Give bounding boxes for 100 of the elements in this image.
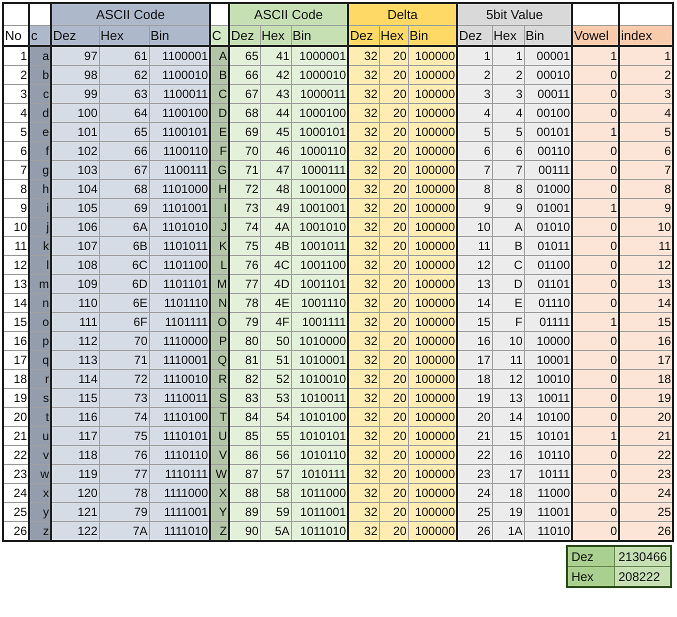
table-cell: 100 bbox=[77, 106, 98, 120]
table-cell: 17 bbox=[477, 353, 490, 367]
table-cell: 71 bbox=[134, 353, 148, 367]
table-cell: 10101 bbox=[536, 429, 570, 443]
table-cell: C bbox=[218, 87, 227, 101]
table-cell: 1101101 bbox=[163, 277, 208, 291]
table-cell: 20 bbox=[393, 296, 406, 310]
table-cell: 4 bbox=[664, 106, 672, 120]
table-cell: 5 bbox=[516, 125, 522, 139]
table-cell: 1110001 bbox=[163, 353, 208, 367]
table-cell: 100000 bbox=[414, 467, 455, 481]
table-cell: 20 bbox=[393, 429, 406, 443]
table-cell: 1101011 bbox=[163, 239, 208, 253]
table-cell: 7 bbox=[20, 163, 27, 177]
table-cell: 100000 bbox=[414, 334, 455, 348]
table-cell: 100000 bbox=[414, 524, 455, 538]
table-cell: B bbox=[514, 239, 522, 253]
table-cell: 20 bbox=[393, 68, 406, 82]
table-cell: 65 bbox=[245, 49, 258, 63]
table-cell: 00111 bbox=[538, 163, 570, 177]
table-cell: 15 bbox=[477, 315, 490, 329]
table-cell: 1101111 bbox=[164, 315, 208, 329]
table-cell: 20 bbox=[393, 258, 406, 272]
table-cell: 120 bbox=[77, 486, 98, 500]
table-cell: 6A bbox=[132, 220, 148, 234]
table-cell: Y bbox=[218, 505, 227, 519]
column-header: Dez bbox=[229, 26, 260, 46]
table-cell: 76 bbox=[134, 448, 148, 462]
table-cell: 67 bbox=[245, 87, 258, 101]
table-cell: 22 bbox=[658, 448, 672, 462]
table-cell: V bbox=[218, 448, 227, 462]
table-cell: 1110111 bbox=[164, 467, 208, 481]
table-cell: j bbox=[46, 220, 49, 234]
table-cell: 00101 bbox=[536, 125, 570, 139]
table-cell: 0 bbox=[610, 467, 618, 481]
table-cell: 4F bbox=[275, 315, 290, 329]
table-cell: 20 bbox=[393, 182, 406, 196]
table-cell: 16 bbox=[14, 334, 27, 348]
table-cell: E bbox=[514, 296, 522, 310]
table-cell: 46 bbox=[276, 144, 290, 158]
table-cell: 7A bbox=[132, 524, 148, 538]
table-cell: 32 bbox=[364, 277, 378, 291]
table-cell: 0 bbox=[610, 505, 618, 519]
table-cell: 1011001 bbox=[300, 505, 346, 519]
table-cell: 22 bbox=[14, 448, 27, 462]
table-cell: 12 bbox=[477, 258, 490, 272]
column-header: Dez bbox=[51, 26, 99, 46]
table-cell: 14 bbox=[477, 296, 490, 310]
table-cell: 80 bbox=[245, 334, 258, 348]
table-cell: 19 bbox=[14, 391, 27, 405]
table-cell: 32 bbox=[364, 296, 378, 310]
table-cell: 20 bbox=[393, 125, 406, 139]
table-cell: 11000 bbox=[538, 486, 570, 500]
table-cell: 16 bbox=[477, 334, 490, 348]
summary-label: Dez bbox=[567, 546, 615, 566]
table-cell: A bbox=[514, 220, 522, 234]
table-cell: 4B bbox=[274, 239, 290, 253]
table-cell: 117 bbox=[78, 429, 98, 443]
table-cell: 0 bbox=[610, 182, 618, 196]
table-cell: 6E bbox=[132, 296, 148, 310]
table-cell: 4 bbox=[516, 106, 522, 120]
table-cell: f bbox=[46, 144, 49, 158]
table-cell: 100000 bbox=[414, 258, 455, 272]
table-cell: d bbox=[42, 106, 49, 120]
table-cell: 41 bbox=[276, 49, 290, 63]
table-cell: 100000 bbox=[414, 486, 455, 500]
table-cell: 10 bbox=[509, 334, 522, 348]
table-cell: a bbox=[42, 49, 49, 63]
table-cell: 1000100 bbox=[299, 106, 346, 120]
table-cell: 4A bbox=[274, 220, 290, 234]
table-cell: 20 bbox=[393, 201, 406, 215]
column-header: Bin bbox=[524, 26, 572, 46]
table-cell: 45 bbox=[276, 125, 290, 139]
table-cell: 78 bbox=[245, 296, 258, 310]
table-cell: 56 bbox=[276, 448, 290, 462]
table-cell: 112 bbox=[78, 334, 98, 348]
table-cell: 59 bbox=[276, 505, 290, 519]
table-cell: q bbox=[42, 353, 49, 367]
table-cell: 68 bbox=[245, 106, 258, 120]
table-cell: 1010111 bbox=[301, 467, 346, 481]
table-cell: T bbox=[220, 410, 227, 424]
table-cell: E bbox=[218, 125, 227, 139]
table-cell: 15 bbox=[14, 315, 27, 329]
table-cell: 69 bbox=[134, 201, 148, 215]
table-cell: 75 bbox=[134, 429, 148, 443]
table-cell: 10111 bbox=[538, 467, 570, 481]
table-cell: 19 bbox=[509, 505, 522, 519]
table-cell: 10110 bbox=[538, 448, 570, 462]
table-cell: 44 bbox=[276, 106, 290, 120]
table-cell: A bbox=[218, 49, 227, 63]
table-cell: 11 bbox=[510, 353, 522, 367]
table-cell: 25 bbox=[658, 505, 672, 519]
table-cell: 0 bbox=[610, 277, 618, 291]
table-cell: 2 bbox=[484, 68, 490, 82]
table-cell: 32 bbox=[364, 87, 378, 101]
table-cell: 32 bbox=[364, 391, 378, 405]
table-cell: 122 bbox=[77, 524, 98, 538]
table-cell: 17 bbox=[658, 353, 672, 367]
table-cell: 74 bbox=[245, 220, 258, 234]
table-cell: 100000 bbox=[414, 163, 455, 177]
